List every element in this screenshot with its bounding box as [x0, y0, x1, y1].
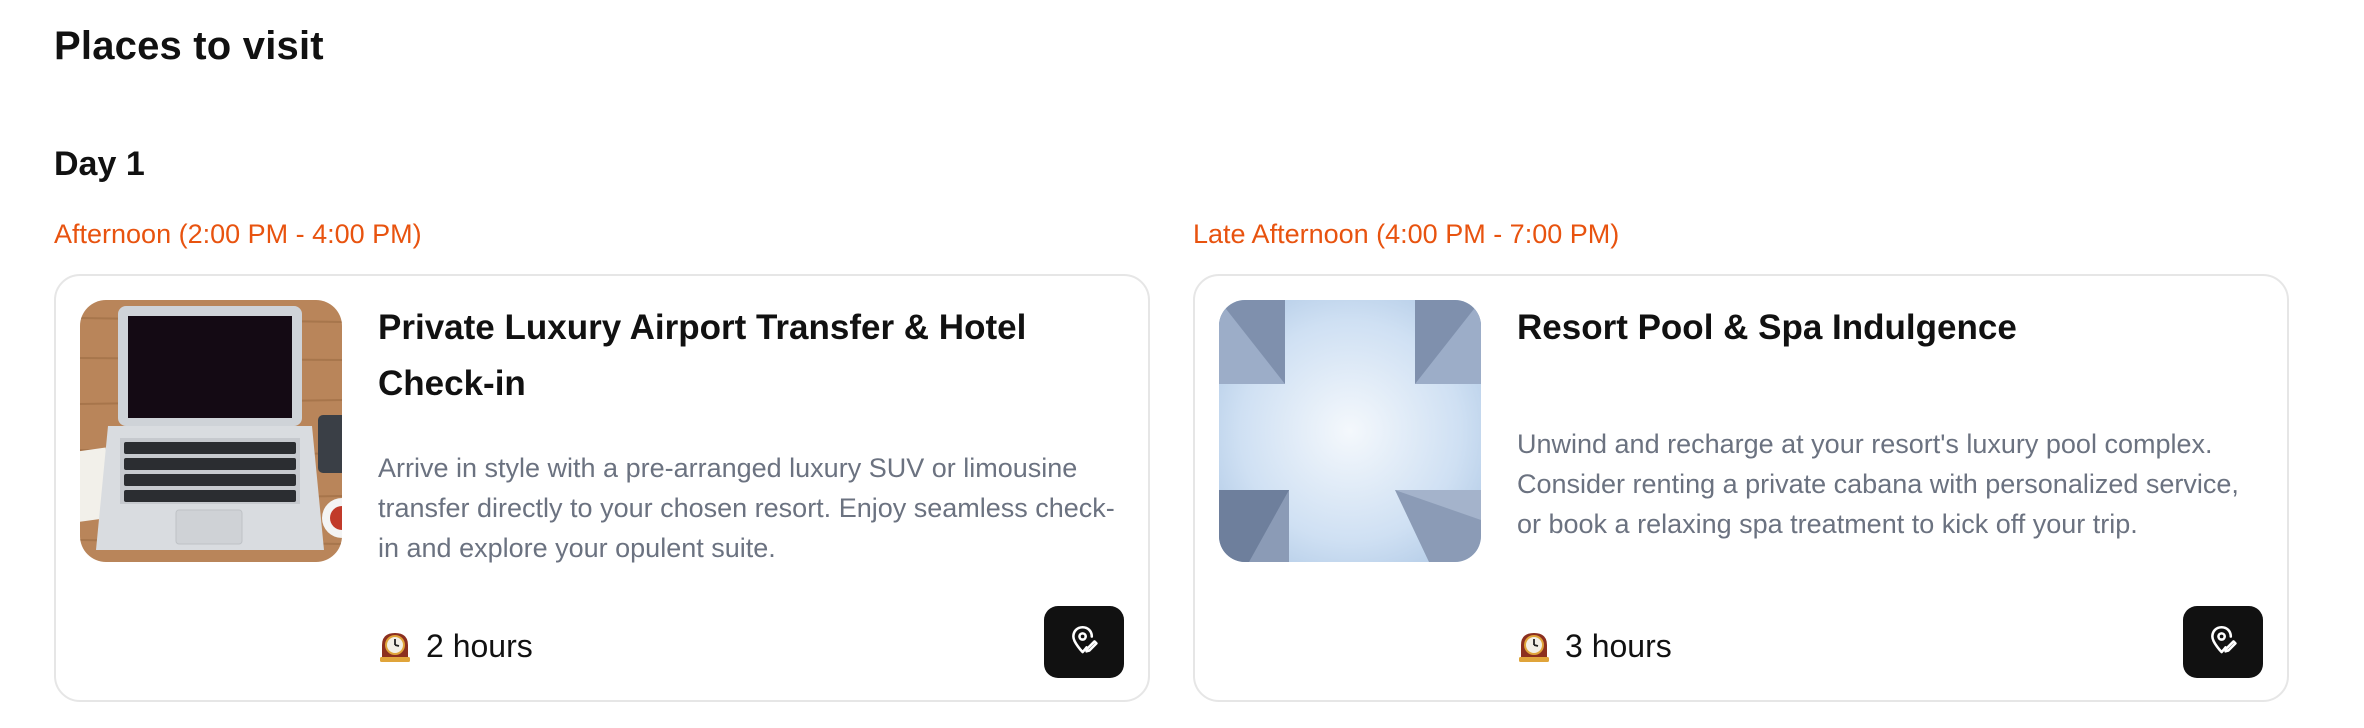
- map-pin-button[interactable]: [2183, 606, 2263, 678]
- day-heading: Day 1: [54, 145, 145, 183]
- activity-title: Resort Pool & Spa Indulgence: [1517, 308, 2017, 347]
- activity-description: Unwind and recharge at your resort's lux…: [1517, 429, 2239, 539]
- mantelpiece-clock-icon: [1517, 629, 1551, 663]
- page-title: Places to visit: [54, 24, 324, 68]
- activity-description: Arrive in style with a pre-arranged luxu…: [378, 453, 1115, 563]
- activity-duration: 2 hours: [378, 626, 533, 666]
- activity-duration: 3 hours: [1517, 626, 1672, 666]
- map-pin-button[interactable]: [1044, 606, 1124, 678]
- places-page: Places to visit Day 1 Afternoon (2:00 PM…: [0, 0, 2364, 728]
- activity-card[interactable]: Private Luxury Airport Transfer & Hotel …: [54, 274, 1150, 702]
- sky-buildings-photo: [1219, 300, 1481, 562]
- duration-text: 3 hours: [1565, 628, 1672, 664]
- activity-title: Private Luxury Airport Transfer & Hotel …: [378, 308, 1027, 403]
- map-pin-edit-icon: [1067, 623, 1101, 662]
- time-slot-late-afternoon: Late Afternoon (4:00 PM - 7:00 PM) Resor…: [1193, 216, 2293, 702]
- map-pin-edit-icon: [2206, 623, 2240, 662]
- mantelpiece-clock-icon: [378, 629, 412, 663]
- laptop-photo: [80, 300, 342, 562]
- activity-card[interactable]: Resort Pool & Spa Indulgence Unwind and …: [1193, 274, 2289, 702]
- slot-time-label: Late Afternoon (4:00 PM - 7:00 PM): [1193, 219, 1620, 249]
- time-slot-afternoon: Afternoon (2:00 PM - 4:00 PM) Private Lu…: [54, 216, 1154, 702]
- slot-time-label: Afternoon (2:00 PM - 4:00 PM): [54, 219, 422, 249]
- duration-text: 2 hours: [426, 628, 533, 664]
